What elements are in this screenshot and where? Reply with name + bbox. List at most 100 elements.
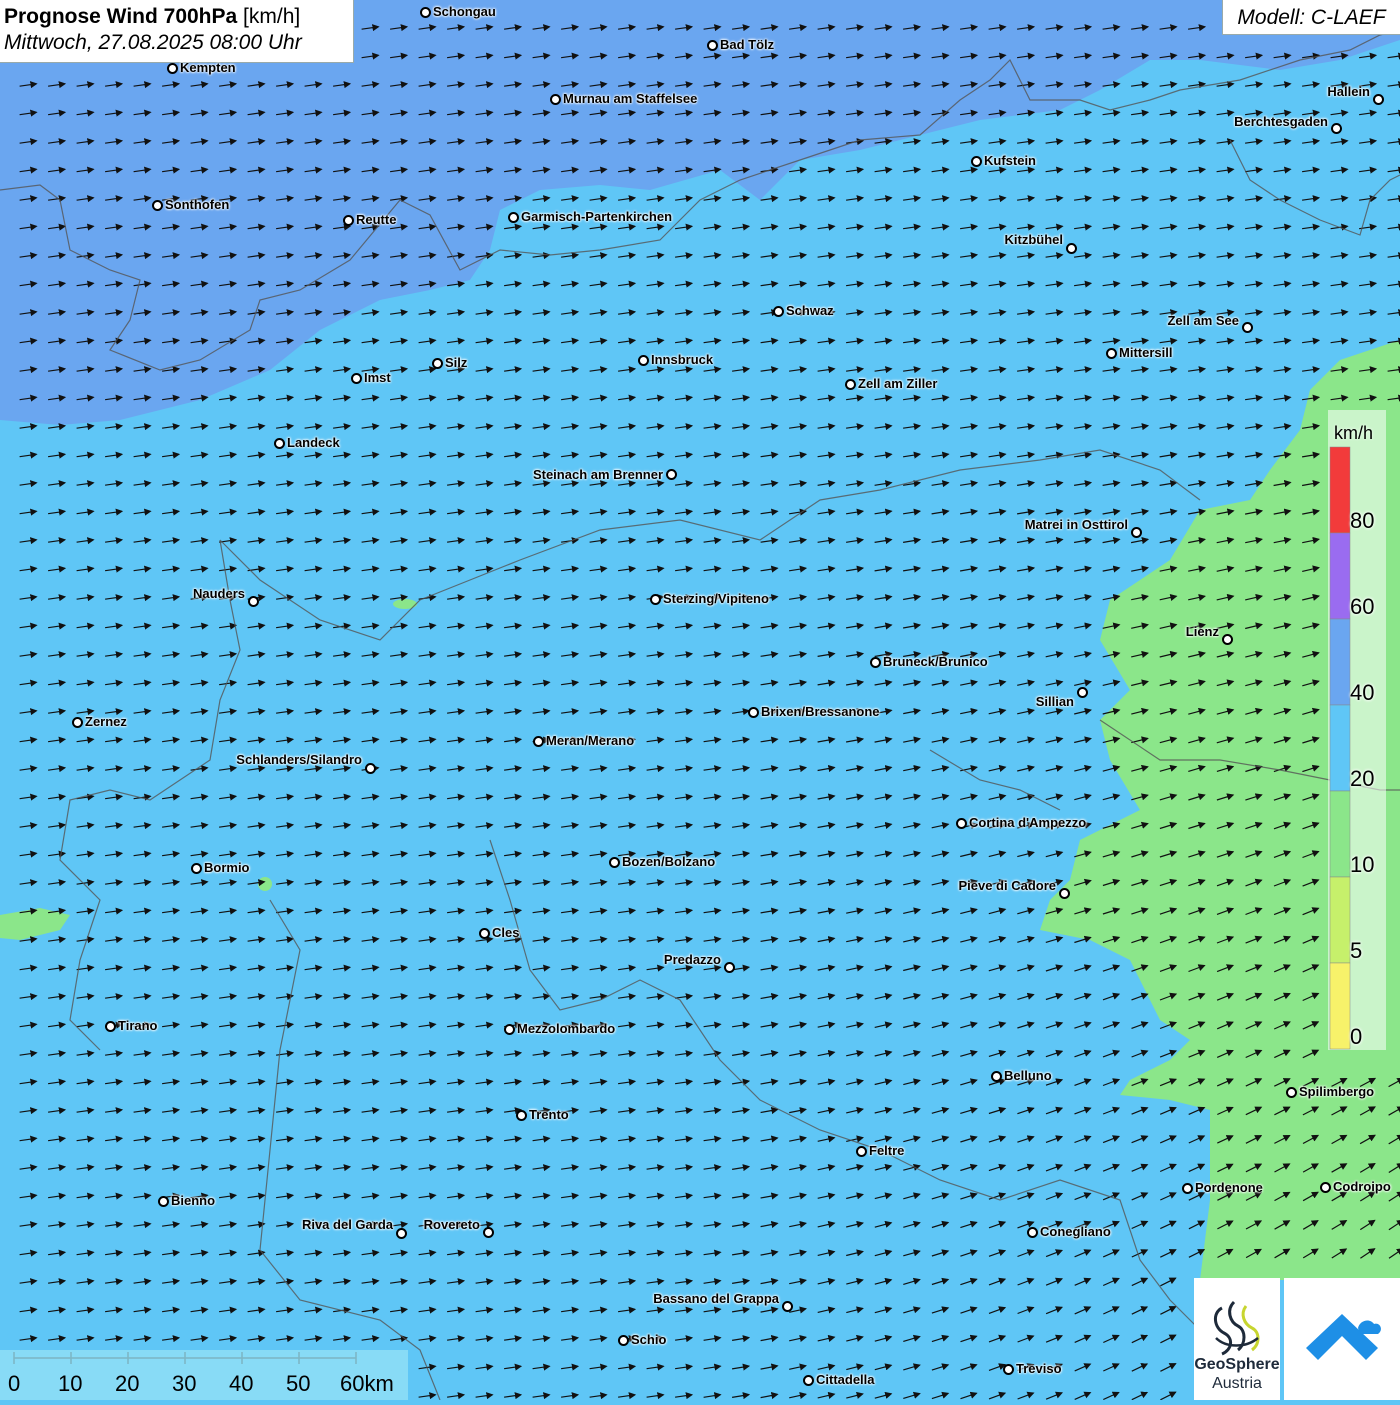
city-marker[interactable]: [1320, 1182, 1331, 1193]
city-marker[interactable]: [533, 736, 544, 747]
city-marker[interactable]: [508, 212, 519, 223]
city-marker[interactable]: [1066, 243, 1077, 254]
city-marker[interactable]: [274, 438, 285, 449]
city-label: Treviso: [1016, 1361, 1062, 1376]
city-marker[interactable]: [724, 962, 735, 973]
map-title: Prognose Wind 700hPa [km/h]: [4, 4, 353, 29]
weather-app-logo[interactable]: [1284, 1278, 1400, 1400]
city-label: Imst: [364, 370, 391, 385]
title-unit: [km/h]: [243, 5, 301, 28]
city-marker[interactable]: [158, 1196, 169, 1207]
city-marker[interactable]: [845, 379, 856, 390]
city-marker[interactable]: [971, 156, 982, 167]
city-marker[interactable]: [666, 469, 677, 480]
city-label: Kitzbühel: [1004, 232, 1064, 247]
wind-band-10-20-spot: [258, 877, 272, 891]
city-marker[interactable]: [1059, 888, 1070, 899]
city-marker[interactable]: [167, 63, 178, 74]
city-label: Schwaz: [786, 303, 834, 318]
city-marker[interactable]: [748, 707, 759, 718]
city-marker[interactable]: [550, 94, 561, 105]
legend-label-10: 10: [1350, 852, 1375, 877]
city-marker[interactable]: [420, 7, 431, 18]
scale-label-30: 30: [172, 1371, 197, 1396]
map-title-box: Prognose Wind 700hPa [km/h] Mittwoch, 27…: [0, 0, 354, 63]
geosphere-country: Austria: [1212, 1375, 1262, 1392]
city-marker[interactable]: [618, 1335, 629, 1346]
city-marker[interactable]: [707, 40, 718, 51]
city-label: Cittadella: [816, 1372, 875, 1387]
city-marker[interactable]: [343, 215, 354, 226]
city-marker[interactable]: [432, 358, 443, 369]
city-label: Codroipo: [1333, 1179, 1391, 1194]
city-marker[interactable]: [396, 1228, 407, 1239]
city-label: Spilimbergo: [1299, 1084, 1375, 1099]
city-marker[interactable]: [483, 1227, 494, 1238]
city-marker[interactable]: [105, 1021, 116, 1032]
city-marker[interactable]: [365, 763, 376, 774]
city-marker[interactable]: [782, 1301, 793, 1312]
city-label: Belluno: [1004, 1068, 1052, 1083]
city-label: Mezzolombardo: [517, 1021, 616, 1036]
city-label: Bormio: [204, 860, 250, 875]
city-label: Schio: [631, 1332, 667, 1347]
city-label: Bad Tölz: [720, 37, 775, 52]
city-label: Bruneck/Brunico: [883, 654, 988, 669]
city-label: Lienz: [1185, 624, 1219, 639]
city-label: Steinach am Brenner: [532, 467, 663, 482]
city-marker[interactable]: [650, 594, 661, 605]
city-marker[interactable]: [504, 1024, 515, 1035]
city-marker[interactable]: [1222, 634, 1233, 645]
city-marker[interactable]: [72, 717, 83, 728]
city-label: Brixen/Bressanone: [761, 704, 880, 719]
city-marker[interactable]: [991, 1071, 1002, 1082]
city-marker[interactable]: [803, 1375, 814, 1386]
city-marker[interactable]: [516, 1110, 527, 1121]
city-marker[interactable]: [856, 1146, 867, 1157]
city-marker[interactable]: [152, 200, 163, 211]
city-marker[interactable]: [956, 818, 967, 829]
city-label: Zell am Ziller: [858, 376, 938, 391]
geosphere-name: GeoSphere: [1194, 1356, 1280, 1373]
city-label: Rovereto: [423, 1217, 480, 1232]
city-marker[interactable]: [1373, 94, 1384, 105]
city-label: Zernez: [85, 714, 127, 729]
city-label: Berchtesgaden: [1234, 114, 1328, 129]
city-label: Cortina d'Ampezzo: [969, 815, 1087, 830]
forecast-datetime: Mittwoch, 27.08.2025 08:00 Uhr: [4, 31, 302, 54]
city-marker[interactable]: [248, 596, 259, 607]
city-marker[interactable]: [1077, 687, 1088, 698]
city-marker[interactable]: [638, 355, 649, 366]
city-label: Bienno: [171, 1193, 216, 1208]
model-label: Modell: C-LAEF: [1222, 0, 1400, 35]
city-label: Meran/Merano: [546, 733, 635, 748]
city-marker[interactable]: [351, 373, 362, 384]
city-label: Nauders: [192, 586, 245, 601]
city-label: Reutte: [356, 212, 397, 227]
city-label: Pordenone: [1195, 1180, 1263, 1195]
city-label: Pieve di Cadore: [958, 878, 1056, 893]
legend-label-20: 20: [1350, 766, 1375, 791]
city-label: Schlanders/Silandro: [236, 752, 362, 767]
city-label: Sillian: [1035, 694, 1074, 709]
city-marker[interactable]: [773, 306, 784, 317]
city-marker[interactable]: [191, 863, 202, 874]
city-marker[interactable]: [870, 657, 881, 668]
city-label: Bassano del Grappa: [653, 1291, 779, 1306]
city-label: Kempten: [180, 60, 236, 75]
city-label: Feltre: [869, 1143, 905, 1158]
city-marker[interactable]: [1286, 1087, 1297, 1098]
city-marker[interactable]: [1331, 123, 1342, 134]
scale-label-10: 10: [58, 1371, 83, 1396]
geosphere-logo[interactable]: GeoSphere Austria: [1194, 1278, 1280, 1400]
city-marker[interactable]: [1242, 322, 1253, 333]
city-marker[interactable]: [1027, 1227, 1038, 1238]
city-marker[interactable]: [609, 857, 620, 868]
city-label: Tirano: [118, 1018, 158, 1033]
city-marker[interactable]: [1182, 1183, 1193, 1194]
scale-label-50: 50: [286, 1371, 311, 1396]
city-marker[interactable]: [1106, 348, 1117, 359]
city-marker[interactable]: [1003, 1364, 1014, 1375]
city-marker[interactable]: [1131, 527, 1142, 538]
city-marker[interactable]: [479, 928, 490, 939]
